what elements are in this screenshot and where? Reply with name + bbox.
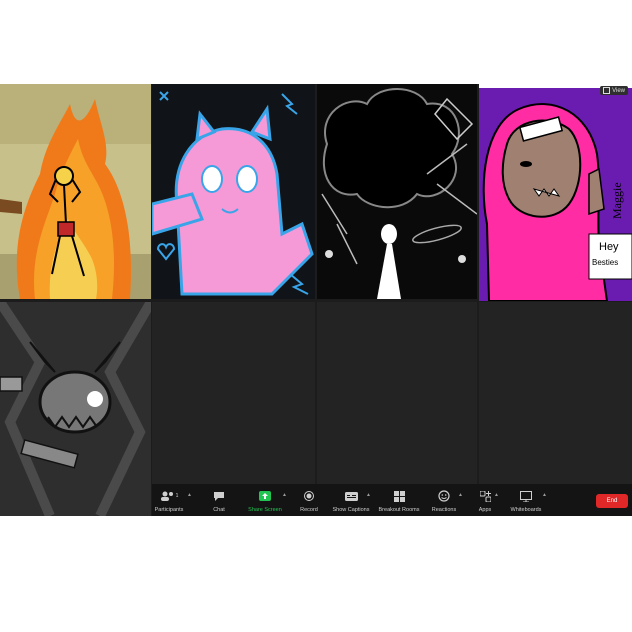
video-tile-monochrome[interactable] — [317, 84, 477, 299]
share-caret-icon[interactable]: ▲ — [282, 492, 287, 498]
chat-label: Chat — [213, 507, 225, 513]
share-screen-label: Share Screen — [248, 507, 282, 513]
video-tile-empty-2 — [317, 302, 477, 484]
apps-button[interactable]: Apps — [472, 484, 498, 516]
whiteboards-caret-icon[interactable]: ▲ — [542, 492, 547, 498]
monochrome-drawing — [317, 84, 477, 299]
captions-caret-icon[interactable]: ▲ — [366, 492, 371, 498]
show-captions-button[interactable]: Show Captions — [330, 484, 372, 516]
participants-button[interactable]: 1 Participants — [152, 484, 186, 516]
sign-besties: Besties — [592, 258, 618, 267]
participants-caret-icon[interactable]: ▲ — [187, 492, 192, 498]
whiteboards-icon — [520, 490, 532, 502]
video-tile-skull-demon[interactable] — [0, 302, 151, 516]
end-meeting-button[interactable]: End — [596, 494, 628, 508]
chat-icon — [214, 492, 224, 501]
video-tile-empty-1 — [152, 302, 315, 484]
record-icon — [304, 491, 314, 501]
skull-demon-drawing — [0, 302, 151, 516]
apps-label: Apps — [478, 507, 492, 513]
pink-cat-drawing — [152, 84, 315, 299]
video-tile-pink-hoodie[interactable]: Hey Besties Maggie View — [479, 84, 632, 301]
reactions-icon — [438, 490, 450, 502]
pink-hoodie-drawing: Hey Besties Maggie — [479, 84, 632, 301]
view-button[interactable]: View — [600, 86, 628, 95]
record-label: Record — [300, 507, 318, 513]
record-button[interactable]: Record — [294, 484, 324, 516]
reactions-button[interactable]: Reactions — [428, 484, 460, 516]
grid-icon — [603, 87, 611, 94]
chat-button[interactable]: Chat — [202, 484, 236, 516]
video-tile-pink-cat[interactable] — [152, 84, 315, 299]
video-tile-empty-3 — [479, 302, 632, 484]
breakout-rooms-button[interactable]: Breakout Rooms — [376, 484, 422, 516]
sign-hey: Hey — [599, 241, 619, 253]
captions-icon — [344, 491, 358, 501]
video-tile-fire[interactable] — [0, 84, 151, 299]
breakout-rooms-label: Breakout Rooms — [378, 507, 420, 513]
whiteboards-button[interactable]: Whiteboards — [504, 484, 548, 516]
fire-drawing — [0, 84, 151, 299]
signature: Maggie — [610, 182, 624, 219]
end-label: End — [606, 498, 618, 504]
share-screen-icon — [259, 491, 271, 501]
view-label: View — [612, 87, 625, 94]
share-screen-button[interactable]: Share Screen — [245, 484, 285, 516]
apps-icon — [479, 490, 491, 502]
apps-caret-icon[interactable]: ▲ — [494, 492, 499, 498]
breakout-rooms-icon — [393, 490, 405, 502]
participants-icon — [160, 491, 173, 501]
meeting-toolbar: 1 Participants Chat Share Screen Record … — [152, 484, 632, 516]
show-captions-label: Show Captions — [332, 507, 370, 513]
participants-label: Participants — [154, 507, 184, 513]
reactions-label: Reactions — [431, 507, 457, 513]
reactions-caret-icon[interactable]: ▲ — [458, 492, 463, 498]
whiteboards-label: Whiteboards — [510, 507, 542, 513]
participants-count: 1 — [175, 493, 179, 499]
